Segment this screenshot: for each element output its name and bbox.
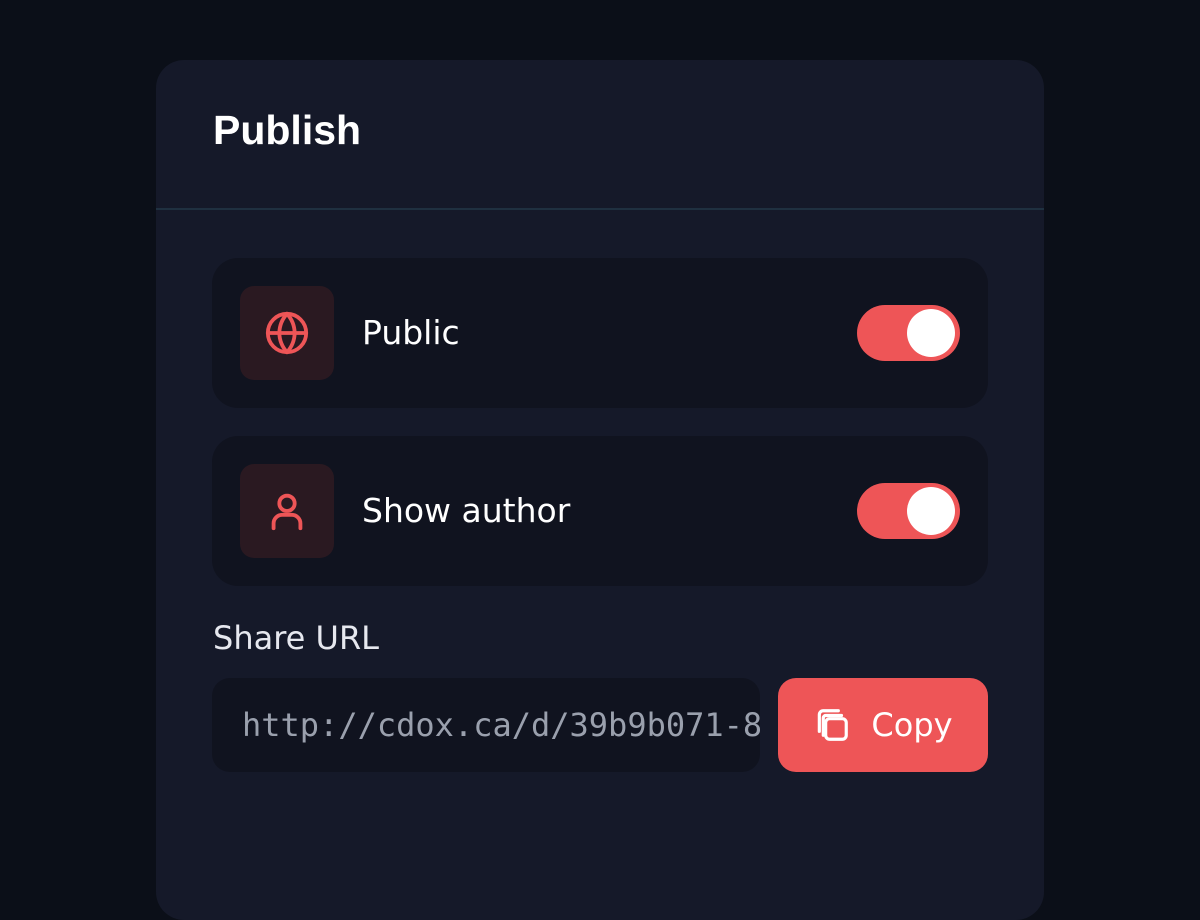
setting-row-public: Public: [212, 258, 988, 408]
panel-title: Publish: [213, 107, 362, 153]
toggle-knob: [907, 309, 955, 357]
icon-tile: [240, 286, 334, 380]
copy-button[interactable]: Copy: [778, 678, 988, 772]
setting-label: Public: [362, 313, 460, 352]
icon-tile: [240, 464, 334, 558]
setting-label: Show author: [362, 491, 571, 530]
setting-row-show-author: Show author: [212, 436, 988, 586]
share-url-field[interactable]: [212, 678, 760, 772]
copy-label: Copy: [871, 706, 953, 744]
public-toggle[interactable]: [857, 305, 960, 361]
toggle-knob: [907, 487, 955, 535]
user-icon: [271, 493, 303, 531]
copy-icon: [818, 709, 849, 741]
panel-header: Publish: [156, 60, 1044, 210]
globe-icon: [265, 311, 309, 355]
share-url-label: Share URL: [213, 619, 379, 657]
show-author-toggle[interactable]: [857, 483, 960, 539]
publish-panel: Publish Public Show author Share URL htt…: [156, 60, 1044, 920]
